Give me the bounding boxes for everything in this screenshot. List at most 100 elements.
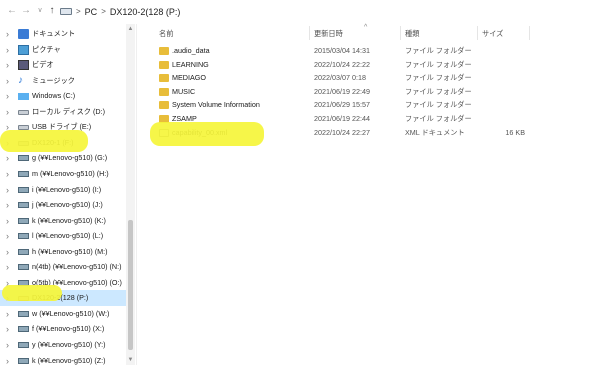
column-header-type[interactable]: 種類 xyxy=(405,29,419,39)
expand-chevron-icon[interactable]: › xyxy=(6,29,9,39)
expand-chevron-icon[interactable]: › xyxy=(6,231,9,241)
sidebar-item-label: h (¥¥Lenovo-g510) (M:) xyxy=(32,246,108,256)
sidebar-item-label: k (¥¥Lenovo-g510) (Z:) xyxy=(32,355,106,365)
sidebar-item[interactable]: › Windows (C:) xyxy=(0,88,126,104)
expand-chevron-icon[interactable]: › xyxy=(6,60,9,70)
file-modified-date: 2015/03/04 14:31 xyxy=(314,46,370,55)
expand-chevron-icon[interactable]: › xyxy=(6,76,9,86)
back-arrow-icon[interactable]: ← xyxy=(6,5,18,17)
file-type: ファイル フォルダー xyxy=(405,73,472,83)
expand-chevron-icon[interactable]: › xyxy=(6,216,9,226)
sidebar-item[interactable]: › k (¥¥Lenovo-g510) (K:) xyxy=(0,213,126,229)
file-row[interactable]: System Volume Information 2021/06/29 15:5… xyxy=(137,99,596,112)
expand-chevron-icon[interactable]: › xyxy=(6,153,9,163)
expand-chevron-icon[interactable]: › xyxy=(6,247,9,257)
network-drive-icon xyxy=(18,264,29,271)
scroll-down-icon[interactable]: ▼ xyxy=(126,357,135,363)
sidebar-item[interactable]: › ドキュメント xyxy=(0,26,126,42)
sidebar-item[interactable]: › w (¥¥Lenovo-g510) (W:) xyxy=(0,306,126,322)
sidebar-item-label: ミュージック xyxy=(32,75,75,85)
expand-chevron-icon[interactable]: › xyxy=(6,309,9,319)
file-type: ファイル フォルダー xyxy=(405,114,472,123)
sidebar-item[interactable]: › h (¥¥Lenovo-g510) (M:) xyxy=(0,244,126,260)
column-separator[interactable] xyxy=(477,26,478,40)
expand-chevron-icon[interactable]: › xyxy=(6,356,9,365)
breadcrumb-separator: > xyxy=(101,7,106,16)
expand-chevron-icon[interactable]: › xyxy=(6,45,9,55)
expand-chevron-icon[interactable]: › xyxy=(6,324,9,334)
sidebar-item-label: k (¥¥Lenovo-g510) (K:) xyxy=(32,215,106,225)
sidebar-item[interactable]: › n(4tb) (¥¥Lenovo-g510) (N:) xyxy=(0,259,126,275)
sidebar-item[interactable]: › ♪ ミュージック xyxy=(0,73,126,89)
column-separator[interactable] xyxy=(400,26,401,40)
forward-arrow-icon[interactable]: → xyxy=(20,5,32,17)
sidebar-item[interactable]: › l (¥¥Lenovo-g510) (L:) xyxy=(0,228,126,244)
file-modified-date: 2021/06/19 22:49 xyxy=(314,86,370,96)
network-drive-icon xyxy=(18,155,29,162)
network-drive-icon xyxy=(18,248,29,255)
expand-chevron-icon[interactable]: › xyxy=(6,262,9,272)
column-header-size[interactable]: サイズ xyxy=(482,29,503,39)
sidebar-item[interactable]: › f (¥¥Lenovo-g510) (X:) xyxy=(0,321,126,337)
sidebar-item[interactable]: › m (¥¥Lenovo-g510) (H:) xyxy=(0,166,126,182)
file-row[interactable]: LEARNING 2022/10/24 22:22 ファイル フォルダー xyxy=(137,59,596,72)
videos-folder-icon xyxy=(18,60,29,71)
sidebar-item-label: y (¥¥Lenovo-g510) (Y:) xyxy=(32,340,106,349)
address-bar: ← → ∨ ↑ > PC > DX120-2(128 (P:) xyxy=(0,0,596,24)
drive-icon xyxy=(18,109,29,115)
expand-chevron-icon[interactable]: › xyxy=(6,107,9,117)
sidebar-item[interactable]: › ピクチャ xyxy=(0,42,126,58)
folder-icon xyxy=(159,60,169,69)
sidebar-item-label: ピクチャ xyxy=(32,44,61,54)
recent-locations-chevron-icon[interactable]: ∨ xyxy=(34,5,46,17)
sidebar-item[interactable]: › i (¥¥Lenovo-g510) (I:) xyxy=(0,182,126,198)
expand-chevron-icon[interactable]: › xyxy=(6,200,9,210)
scroll-up-icon[interactable]: ▲ xyxy=(126,26,135,32)
pc-icon xyxy=(60,8,72,15)
column-header-date[interactable]: 更新日時 xyxy=(314,29,343,39)
network-drive-icon xyxy=(18,233,29,240)
file-type: ファイル フォルダー xyxy=(405,59,472,69)
scrollbar-thumb[interactable] xyxy=(128,220,133,350)
expand-chevron-icon[interactable]: › xyxy=(6,340,9,350)
expand-chevron-icon[interactable]: › xyxy=(6,185,9,195)
folder-icon xyxy=(159,74,169,83)
sidebar-item-label: ビデオ xyxy=(32,60,54,70)
sidebar-item[interactable]: › k (¥¥Lenovo-g510) (Z:) xyxy=(0,353,126,365)
sidebar-item[interactable]: › ビデオ xyxy=(0,57,126,73)
sidebar-item[interactable]: › g (¥¥Lenovo-g510) (G:) xyxy=(0,150,126,166)
folder-icon xyxy=(159,87,169,96)
sidebar-item[interactable]: › j (¥¥Lenovo-g510) (J:) xyxy=(0,197,126,213)
sidebar-item[interactable]: › ローカル ディスク (D:) xyxy=(0,104,126,120)
file-row[interactable]: MUSIC 2021/06/19 22:49 ファイル フォルダー xyxy=(137,86,596,99)
file-type: ファイル フォルダー xyxy=(405,86,472,96)
file-type: ファイル フォルダー xyxy=(405,100,472,110)
column-separator[interactable] xyxy=(309,26,310,40)
folder-icon xyxy=(159,101,169,110)
pictures-folder-icon xyxy=(18,44,29,55)
file-row[interactable]: .audio_data 2015/03/04 14:31 ファイル フォルダー xyxy=(137,45,596,58)
column-header-name[interactable]: 名前 xyxy=(159,29,173,39)
up-arrow-icon[interactable]: ↑ xyxy=(46,5,58,17)
file-name: MEDIAGO xyxy=(172,73,206,83)
breadcrumb-current-drive[interactable]: DX120-2(128 (P:) xyxy=(110,7,181,17)
sidebar-item-label: i (¥¥Lenovo-g510) (I:) xyxy=(32,184,102,194)
sidebar-item-label: f (¥¥Lenovo-g510) (X:) xyxy=(32,324,105,334)
column-separator[interactable] xyxy=(529,26,530,40)
file-modified-date: 2021/06/29 15:57 xyxy=(314,100,370,110)
file-name: .audio_data xyxy=(172,46,210,55)
file-name: System Volume Information xyxy=(172,100,260,110)
network-drive-icon xyxy=(18,310,29,317)
windows-drive-icon xyxy=(18,93,29,101)
sidebar-item-label: l (¥¥Lenovo-g510) (L:) xyxy=(32,231,104,241)
expand-chevron-icon[interactable]: › xyxy=(6,91,9,101)
highlighter-mark xyxy=(2,285,62,301)
documents-folder-icon xyxy=(18,29,29,39)
sidebar-item[interactable]: › y (¥¥Lenovo-g510) (Y:) xyxy=(0,337,126,353)
navigation-pane-scrollbar[interactable]: ▲ ▼ xyxy=(126,24,135,365)
file-row[interactable]: MEDIAGO 2022/03/07 0:18 ファイル フォルダー xyxy=(137,72,596,85)
file-size: 16 KB xyxy=(505,127,525,137)
breadcrumb[interactable]: > PC > DX120-2(128 (P:) xyxy=(60,3,180,20)
breadcrumb-pc[interactable]: PC xyxy=(85,7,98,17)
expand-chevron-icon[interactable]: › xyxy=(6,169,9,179)
